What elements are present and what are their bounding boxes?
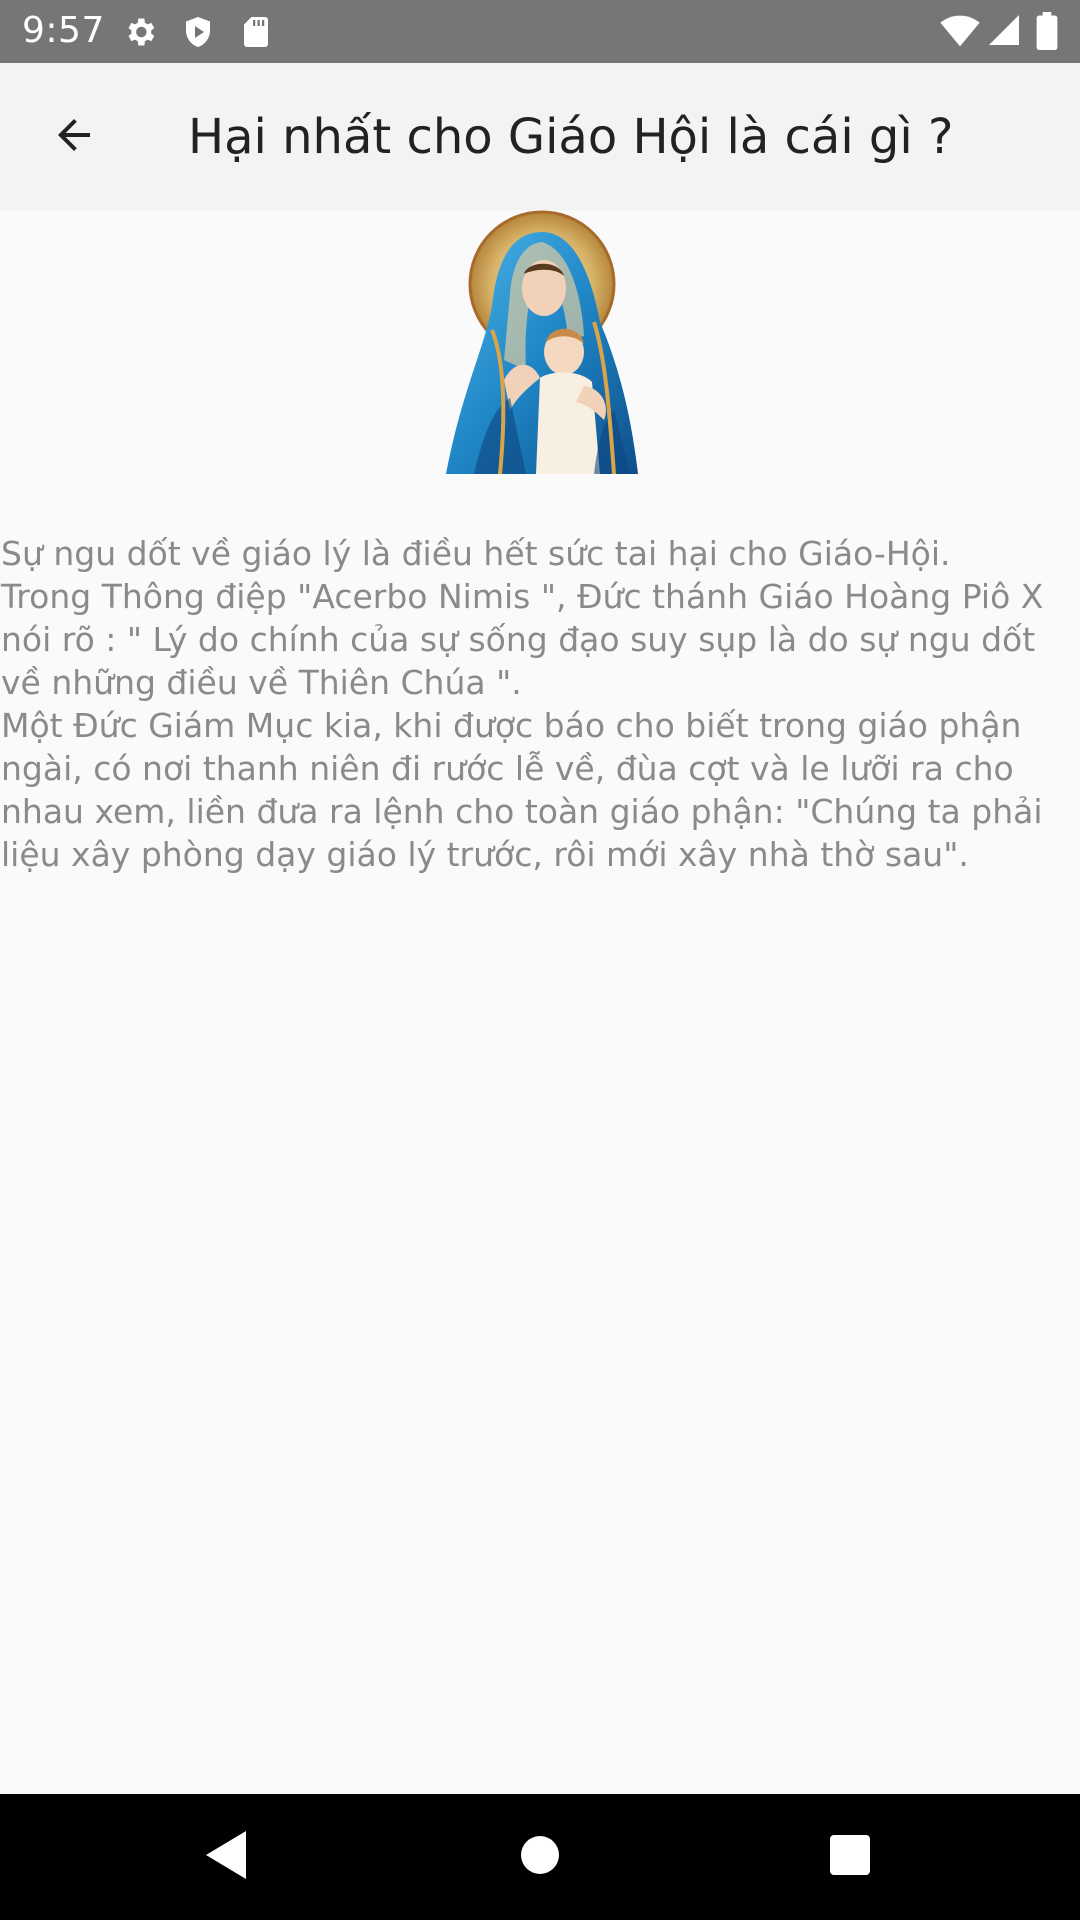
nav-home-button[interactable] <box>510 1827 570 1887</box>
circle-home-icon <box>519 1834 561 1880</box>
signal-icon <box>986 12 1022 52</box>
triangle-back-icon <box>202 1831 246 1883</box>
square-recents-icon <box>830 1835 870 1879</box>
sd-card-icon <box>238 14 274 54</box>
wifi-icon <box>940 12 980 52</box>
status-bar: 9:57 <box>0 0 1080 63</box>
madonna-and-child-image <box>444 210 640 475</box>
gear-icon <box>122 14 158 54</box>
arrow-left-icon <box>50 111 98 163</box>
shield-icon <box>180 14 216 54</box>
page-title: Hại nhất cho Giáo Hội là cái gì ? <box>188 109 954 165</box>
article-body: Sự ngu dốt về giáo lý là điều hết sức ta… <box>1 534 1044 874</box>
status-time: 9:57 <box>22 10 105 51</box>
back-button[interactable] <box>38 105 110 169</box>
app-bar: Hại nhất cho Giáo Hội là cái gì ? <box>0 63 1080 210</box>
nav-recents-button[interactable] <box>820 1827 880 1887</box>
battery-icon <box>1036 12 1058 54</box>
nav-back-button[interactable] <box>194 1827 254 1887</box>
navigation-bar <box>0 1794 1080 1920</box>
